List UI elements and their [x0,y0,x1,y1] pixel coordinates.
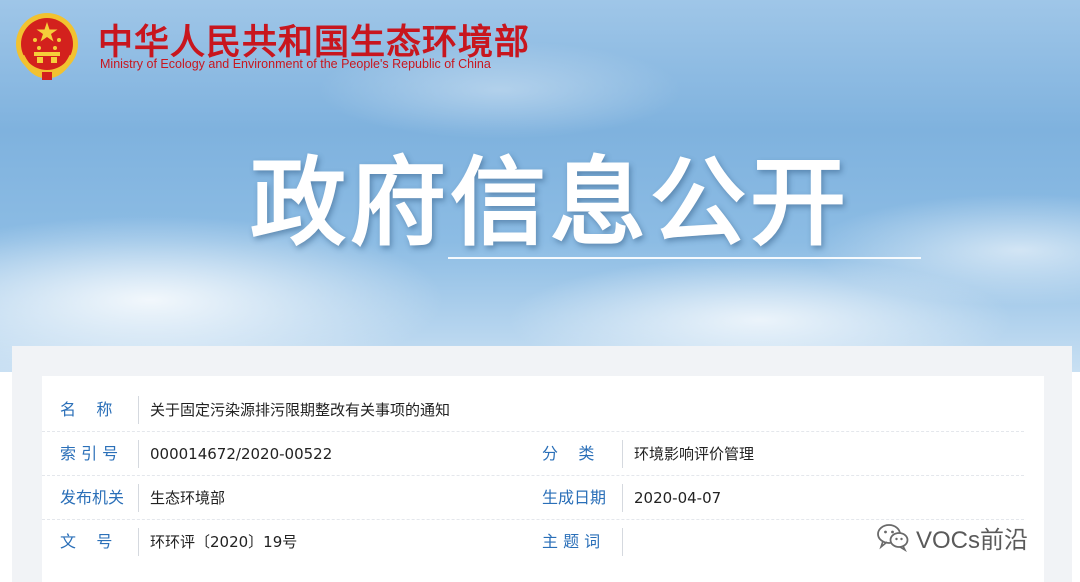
divider [138,440,139,468]
title-divider [448,257,921,259]
field-label-name: 名 称 [60,400,113,419]
field-label-index: 索 引 号 [60,444,119,463]
watermark: VOCs前沿 [876,520,1028,554]
table-row: 索 引 号 000014672/2020-00522 分 类 环境影响评价管理 [42,432,1024,476]
divider [138,528,139,556]
divider [138,484,139,512]
field-label-doc-number: 文 号 [60,532,113,551]
national-emblem-icon [16,13,78,80]
field-label-category: 分 类 [542,444,595,463]
divider [622,528,623,556]
divider [138,396,139,424]
field-value-name[interactable]: 关于固定污染源排污限期整改有关事项的通知 [150,388,450,432]
field-label-keywords: 主 题 词 [542,532,601,551]
header-banner: 中华人民共和国生态环境部 Ministry of Ecology and Env… [0,0,1080,372]
field-value-index: 000014672/2020-00522 [150,445,333,463]
org-name-en: Ministry of Ecology and Environment of t… [100,57,491,71]
watermark-text: VOCs前沿 [916,526,1029,554]
field-value-date: 2020-04-07 [634,489,722,507]
divider [622,484,623,512]
divider [622,440,623,468]
field-value-doc-number: 环环评〔2020〕19号 [150,533,298,551]
table-row: 发布机关 生态环境部 生成日期 2020-04-07 [42,476,1024,520]
table-row: 名 称 关于固定污染源排污限期整改有关事项的通知 [42,388,1024,432]
field-label-publisher: 发布机关 [60,488,125,507]
field-value-category: 环境影响评价管理 [634,445,755,463]
field-label-date: 生成日期 [542,488,607,507]
field-value-publisher: 生态环境部 [150,489,226,507]
wechat-icon [877,524,909,552]
page-title: 政府信息公开 [250,147,850,259]
